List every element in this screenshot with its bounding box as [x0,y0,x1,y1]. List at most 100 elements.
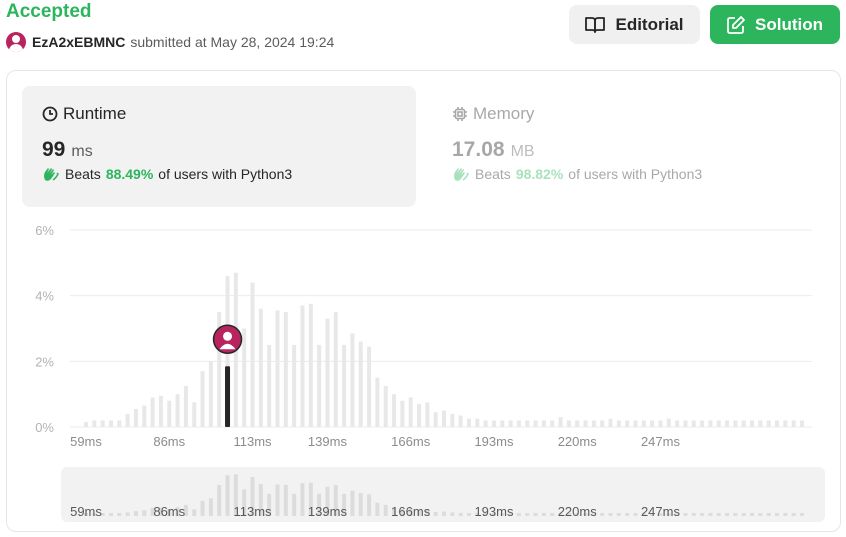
bar[interactable] [442,410,446,427]
bar[interactable] [167,400,172,427]
bar[interactable] [750,420,755,427]
bar[interactable] [192,402,197,427]
bar[interactable] [433,412,438,427]
bar[interactable] [333,312,338,427]
bar[interactable] [575,420,580,427]
bar[interactable] [725,420,730,427]
bar[interactable] [458,415,463,427]
mini-bar [550,513,555,516]
bar[interactable] [466,418,471,427]
bar[interactable] [292,344,297,427]
bar[interactable] [791,420,796,427]
bar[interactable] [125,413,130,427]
bar[interactable] [150,397,155,427]
bar[interactable] [183,385,188,427]
bar[interactable] [392,394,397,427]
clap-icon [44,168,59,181]
bar[interactable] [625,420,630,427]
avatar[interactable] [6,32,26,52]
bar[interactable] [658,420,663,427]
bar[interactable] [475,418,480,427]
bar[interactable] [758,420,763,427]
mini-bar [200,500,205,516]
bar[interactable] [675,420,680,427]
bar[interactable] [483,420,488,427]
editorial-button[interactable]: Editorial [569,5,700,44]
bar[interactable] [425,402,430,427]
bar[interactable] [100,420,105,427]
bar[interactable] [400,400,405,427]
bar[interactable] [650,420,655,427]
bar[interactable] [158,395,163,427]
bar[interactable] [300,305,305,427]
bar[interactable] [525,420,530,427]
bar[interactable] [84,422,88,427]
mini-bar [442,511,446,516]
bar[interactable] [208,361,213,427]
bar[interactable] [283,312,288,427]
bar[interactable] [350,333,355,427]
bar[interactable] [342,344,347,427]
bar[interactable] [92,420,97,427]
bar[interactable] [608,418,613,427]
bar[interactable] [741,420,746,427]
bar[interactable] [358,341,363,427]
bar[interactable] [600,420,605,427]
bar[interactable] [516,420,521,427]
submitter-info: EzA2xEBMNC submitted at May 28, 2024 19:… [6,32,334,52]
solution-button[interactable]: Solution [710,5,840,44]
submitted-time: submitted at May 28, 2024 19:24 [130,34,335,50]
bar[interactable] [417,404,422,427]
bar[interactable] [367,346,372,427]
bar[interactable] [691,420,696,427]
bar[interactable] [733,420,738,427]
bar[interactable] [700,420,705,427]
bar[interactable] [716,420,721,427]
bar[interactable] [133,408,138,427]
bar[interactable] [550,420,555,427]
bar[interactable] [108,420,113,427]
username-link[interactable]: EzA2xEBMNC [32,34,125,50]
bar[interactable] [775,420,780,427]
bar[interactable] [800,420,804,427]
bar[interactable] [317,344,322,427]
bar[interactable] [408,397,413,427]
bar[interactable] [566,420,571,427]
bar[interactable] [533,420,538,427]
bar[interactable] [491,420,496,427]
bar[interactable] [708,420,713,427]
bar[interactable] [541,420,546,427]
user-runtime-bar[interactable] [225,366,231,427]
bar[interactable] [242,328,247,428]
bar[interactable] [500,420,505,427]
bar[interactable] [383,385,388,427]
chip-icon [453,107,467,121]
bar[interactable] [508,420,513,427]
memory-panel[interactable]: Memory 17.08 MB Beats 98.82% of users wi… [432,86,826,207]
bar[interactable] [325,318,330,427]
bar[interactable] [375,377,380,427]
bar[interactable] [558,417,563,427]
mini-bar [208,498,213,516]
bar[interactable] [591,420,596,427]
bar[interactable] [666,418,671,427]
bar[interactable] [450,413,455,427]
bar[interactable] [142,405,147,427]
bar[interactable] [766,420,771,427]
bar[interactable] [117,420,122,427]
runtime-panel[interactable]: Runtime 99 ms Beats 88.49% of users with… [22,86,416,207]
bar[interactable] [783,420,788,427]
bar[interactable] [308,303,313,427]
bar[interactable] [616,420,621,427]
bar[interactable] [267,344,272,427]
mini-bar [450,512,455,516]
bar[interactable] [683,420,688,427]
bar[interactable] [200,371,205,427]
bar[interactable] [641,420,646,427]
bar[interactable] [175,394,180,427]
bar[interactable] [258,308,263,427]
bar[interactable] [633,420,638,427]
bar[interactable] [250,282,255,427]
bar[interactable] [275,310,280,427]
bar[interactable] [583,420,588,427]
